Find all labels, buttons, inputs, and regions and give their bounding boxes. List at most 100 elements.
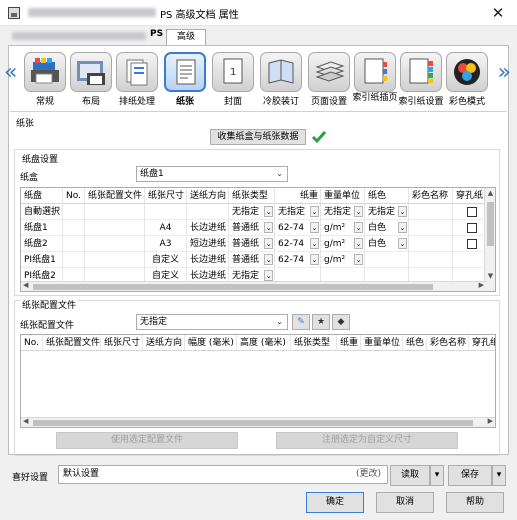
category-tab-insert[interactable]: 索引纸插页	[352, 52, 398, 103]
use-selected-profile-button[interactable]: 使用选定配置文件	[56, 432, 238, 449]
punch-checkbox[interactable]	[467, 223, 477, 233]
cell-color[interactable]: 白色 ⌄	[365, 220, 409, 236]
paper-profile-section-label: 纸张配置文件	[20, 298, 79, 311]
cell-color[interactable]	[365, 252, 409, 268]
tray-field-label: 纸盒	[20, 173, 39, 183]
table-row[interactable]: 纸盘1 A4 长边进纸 普通纸 ⌄ 62-74 ⌄ g/m² ⌄ 白色 ⌄	[21, 220, 491, 236]
col-header: No.	[21, 335, 43, 351]
punch-checkbox[interactable]	[467, 239, 477, 249]
chevron-down-icon[interactable]: ⌄	[310, 238, 319, 249]
page-setting-icon	[308, 52, 350, 92]
profile-table-hscroll[interactable]: ◀ ▶	[21, 417, 495, 427]
category-perfect-binding[interactable]: 冷胶装订	[258, 52, 304, 107]
cell-type[interactable]: 普通纸 ⌄	[229, 252, 275, 268]
category-page-setting[interactable]: 页面设置	[306, 52, 352, 107]
category-cover[interactable]: 1 封面	[210, 52, 256, 107]
cell-text: 长边进纸	[190, 255, 227, 265]
category-paper[interactable]: 纸张	[162, 52, 208, 107]
save-button[interactable]: 保存	[448, 465, 492, 486]
cell-size: A4	[145, 220, 187, 236]
register-custom-size-button[interactable]: 注册选定为自定义尺寸	[276, 432, 458, 449]
cell-profile	[85, 220, 145, 236]
save-dropdown-button[interactable]: ▾	[492, 465, 506, 486]
chevron-down-icon[interactable]: ⌄	[310, 222, 319, 233]
col-header: 送纸方向	[143, 335, 185, 351]
chevron-down-icon[interactable]: ⌄	[398, 222, 407, 233]
cell-text: A3	[159, 239, 172, 249]
category-layout[interactable]: 布局	[68, 52, 114, 107]
table-row[interactable]: 纸盘2 A3 短边进纸 普通纸 ⌄ 62-74 ⌄ g/m² ⌄ 白色 ⌄	[21, 236, 491, 252]
cell-unit[interactable]: g/m² ⌄	[321, 220, 365, 236]
chevron-down-icon[interactable]: ⌄	[354, 206, 363, 217]
col-header: 纸重	[337, 335, 361, 351]
chevron-down-icon[interactable]: ⌄	[264, 270, 273, 281]
cell-text: 白色	[368, 239, 387, 249]
chevron-down-icon: ▾	[496, 470, 502, 480]
tray-select[interactable]: 纸盘1 ⌄	[136, 166, 288, 182]
favorite-profile-button[interactable]: ★	[312, 314, 330, 330]
cell-text: 自定义	[151, 271, 179, 281]
tray-table-vscroll[interactable]: ▲ ▼	[484, 188, 495, 291]
ok-button[interactable]: 确定	[306, 492, 364, 513]
cell-text: 无指定	[232, 271, 260, 281]
cell-type[interactable]: 普通纸 ⌄	[229, 220, 275, 236]
cancel-button[interactable]: 取消	[376, 492, 434, 513]
cell-color[interactable]: 白色 ⌄	[365, 236, 409, 252]
tag-profile-button[interactable]: ◆	[332, 314, 350, 330]
cell-unit[interactable]: 无指定 ⌄	[321, 204, 365, 220]
chevron-down-icon[interactable]: ⌄	[264, 206, 273, 217]
category-general[interactable]: 常规	[22, 52, 68, 107]
category-label: 常规	[35, 97, 54, 107]
cell-unit[interactable]: g/m² ⌄	[321, 236, 365, 252]
chevron-down-icon[interactable]: ⌄	[354, 254, 363, 265]
tag-icon: ◆	[337, 317, 345, 327]
paper-profile-select-value: 无指定	[140, 317, 168, 327]
collect-tray-data-button[interactable]: 收集纸盒与纸张数据	[210, 129, 306, 145]
cell-tray: 纸盘2	[21, 236, 63, 252]
category-label: 索引纸插页	[352, 93, 398, 103]
chevron-down-icon[interactable]: ⌄	[354, 222, 363, 233]
scroll-right-icon[interactable]: »	[498, 53, 511, 93]
chevron-down-icon[interactable]: ⌄	[398, 206, 407, 217]
load-button[interactable]: 读取	[390, 465, 430, 486]
category-color-mode[interactable]: 彩色模式	[444, 52, 490, 107]
cell-weight[interactable]: 62-74 ⌄	[275, 220, 321, 236]
cell-type[interactable]: 无指定 ⌄	[229, 204, 275, 220]
scroll-left-icon[interactable]: «	[4, 53, 17, 93]
tray-table-hscroll[interactable]: ◀ ▶	[21, 281, 486, 291]
cell-text: 自動選択	[24, 207, 61, 217]
chevron-down-icon[interactable]: ⌄	[310, 254, 319, 265]
close-button[interactable]: ✕	[489, 4, 507, 22]
load-dropdown-button[interactable]: ▾	[430, 465, 444, 486]
cell-weight[interactable]: 无指定 ⌄	[275, 204, 321, 220]
tray-table[interactable]: 纸盘 No. 纸张配置文件 纸张尺寸 送纸方向 纸张类型 纸重 重量单位 纸色 …	[20, 187, 496, 292]
cell-text: 无指定	[278, 207, 306, 217]
chevron-down-icon[interactable]: ⌄	[310, 206, 319, 217]
help-button[interactable]: 帮助	[446, 492, 504, 513]
table-row[interactable]: PI纸盘1 自定义 长边进纸 普通纸 ⌄ 62-74 ⌄ g/m² ⌄	[21, 252, 491, 268]
chevron-down-icon[interactable]: ⌄	[264, 238, 273, 249]
paper-profile-table[interactable]: No. 纸张配置文件 纸张尺寸 送纸方向 幅度 (毫米) 高度 (毫米) 纸张类…	[20, 334, 496, 428]
col-header: 送纸方向	[187, 188, 229, 204]
chevron-down-icon[interactable]: ⌄	[264, 254, 273, 265]
cell-color[interactable]: 无指定 ⌄	[365, 204, 409, 220]
favorites-field[interactable]: 默认设置 (更改)	[58, 465, 388, 484]
paper-profile-field-label: 纸张配置文件	[20, 321, 75, 331]
cell-weight[interactable]: 62-74 ⌄	[275, 252, 321, 268]
cell-unit[interactable]: g/m² ⌄	[321, 252, 365, 268]
chevron-down-icon[interactable]: ⌄	[398, 238, 407, 249]
category-tab-setting[interactable]: 索引纸设置	[398, 52, 444, 107]
cell-type[interactable]: 普通纸 ⌄	[229, 236, 275, 252]
chevron-down-icon[interactable]: ⌄	[354, 238, 363, 249]
tab-ps[interactable]: PS	[150, 29, 163, 39]
edit-profile-button[interactable]: ✎	[292, 314, 310, 330]
paper-profile-select[interactable]: 无指定 ⌄	[136, 314, 288, 330]
tab-advanced[interactable]: 高级	[166, 29, 206, 45]
category-finishing[interactable]: 排纸处理	[114, 52, 160, 107]
cell-weight[interactable]: 62-74 ⌄	[275, 236, 321, 252]
cell-text: PI纸盘1	[24, 255, 56, 265]
table-row[interactable]: 自動選択 无指定 ⌄ 无指定 ⌄ 无指定 ⌄ 无指定 ⌄	[21, 204, 491, 220]
table-header-row: 纸盘 No. 纸张配置文件 纸张尺寸 送纸方向 纸张类型 纸重 重量单位 纸色 …	[21, 188, 491, 204]
punch-checkbox[interactable]	[467, 207, 477, 217]
chevron-down-icon[interactable]: ⌄	[264, 222, 273, 233]
